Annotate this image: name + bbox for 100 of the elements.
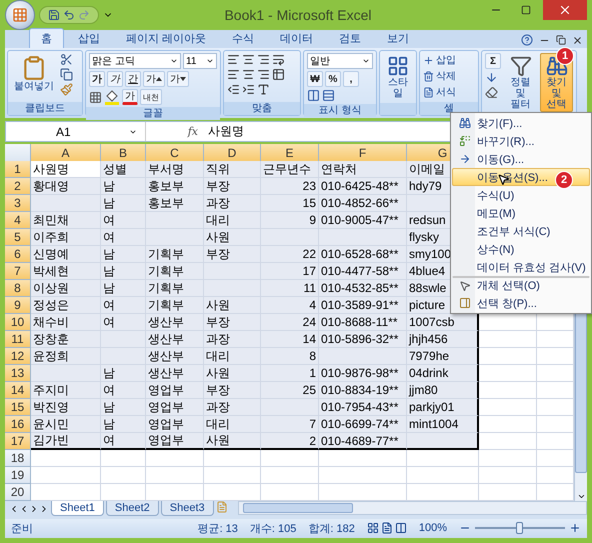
table-cell: 22	[261, 246, 319, 264]
table-cell: 생산부	[146, 314, 204, 332]
table-cell: 24	[261, 314, 319, 332]
table-cell: 과장	[204, 331, 261, 348]
table-cell: 신명예	[31, 246, 101, 264]
table-cell: jjm80	[407, 382, 479, 400]
table-cell: 남	[101, 365, 146, 382]
table-cell: 14	[261, 331, 319, 348]
table-cell: 17	[261, 263, 319, 280]
table-cell: 8	[261, 348, 319, 366]
group-label: 글꼴	[86, 107, 220, 120]
table-cell: 010-9005-47**	[319, 212, 407, 230]
table-cell: 7979he	[407, 348, 479, 366]
status-stat: 개수: 105	[250, 522, 296, 536]
table-cell: 010-4852-66**	[319, 195, 407, 212]
table-cell: 최민채	[31, 212, 101, 230]
group-label: 맞춤	[224, 102, 300, 115]
table-cell: 부서명	[146, 161, 204, 178]
table-cell: 남	[101, 416, 146, 434]
zoom-level: 100%	[418, 522, 447, 534]
table-cell: 2	[261, 433, 319, 450]
table-cell: 010-8688-11**	[319, 314, 407, 332]
table-cell: 부장	[204, 178, 261, 196]
table-cell: 사원	[204, 433, 261, 450]
table-cell: jhjh456	[407, 331, 479, 348]
table-cell: 홍보부	[146, 195, 204, 212]
table-cell: 윤시민	[31, 416, 101, 434]
table-cell: 과장	[204, 195, 261, 212]
table-cell: 1	[261, 365, 319, 382]
table-cell: 사원명	[31, 161, 101, 178]
table-cell: 여	[101, 314, 146, 332]
table-cell: 장창훈	[31, 331, 101, 348]
table-cell: mint1004	[407, 416, 479, 434]
table-cell: 7	[261, 416, 319, 434]
group-label: 표시 형식	[304, 104, 376, 117]
table-cell: 010-4532-85**	[319, 280, 407, 298]
table-cell: 성별	[101, 161, 146, 178]
group-label: 클립보드	[8, 102, 82, 115]
table-cell: 부장	[204, 246, 261, 264]
table-cell: 생산부	[146, 365, 204, 382]
table-cell: 남	[101, 246, 146, 264]
table-cell: 사원	[204, 229, 261, 246]
table-cell: 9	[261, 212, 319, 230]
table-cell: 4	[261, 297, 319, 314]
table-cell: 김가빈	[31, 433, 101, 450]
table-cell: 홍보부	[146, 178, 204, 196]
table-cell: 여	[101, 433, 146, 450]
table-cell: 11	[261, 280, 319, 298]
table-cell: 010-5896-32**	[319, 331, 407, 348]
table-cell: 채수비	[31, 314, 101, 332]
table-cell: 010-6425-48**	[319, 178, 407, 196]
table-cell: 이주희	[31, 229, 101, 246]
table-cell: 010-6699-74**	[319, 416, 407, 434]
table-cell: 여	[101, 382, 146, 400]
window-title: Book1 - Microsoft Excel	[223, 7, 373, 23]
table-cell: 남	[101, 195, 146, 212]
table-cell: 부장	[204, 382, 261, 400]
table-cell: 010-6528-68**	[319, 246, 407, 264]
table-cell: 남	[101, 178, 146, 196]
table-cell: 1007csb	[407, 314, 479, 332]
table-cell: 25	[261, 382, 319, 400]
table-cell: 남	[101, 280, 146, 298]
table-cell: 여	[101, 229, 146, 246]
table-cell: 주지미	[31, 382, 101, 400]
table-cell: 직위	[204, 161, 261, 178]
table-cell: 생산부	[146, 348, 204, 366]
table-cell: 사원	[204, 365, 261, 382]
table-cell: 010-7954-43**	[319, 399, 407, 416]
table-cell: 영업부	[146, 433, 204, 450]
table-cell: 04drink	[407, 365, 479, 382]
status-mode: 준비	[11, 522, 33, 536]
table-cell: 이상원	[31, 280, 101, 298]
table-cell: 기획부	[146, 246, 204, 264]
status-stat: 평균: 13	[198, 522, 238, 536]
table-cell: 박진영	[31, 399, 101, 416]
table-cell: 15	[261, 195, 319, 212]
table-cell: 생산부	[146, 331, 204, 348]
table-cell: 연락처	[319, 161, 407, 178]
table-cell: 영업부	[146, 399, 204, 416]
status-stat: 합계: 182	[308, 522, 355, 536]
table-cell: 기획부	[146, 263, 204, 280]
table-cell: 남	[101, 399, 146, 416]
table-cell: 여	[101, 297, 146, 314]
table-cell: 박세현	[31, 263, 101, 280]
table-cell: 010-4689-77**	[319, 433, 407, 450]
table-cell: 황대영	[31, 178, 101, 196]
table-cell: 과장	[204, 399, 261, 416]
table-cell: 윤정희	[31, 348, 101, 366]
table-cell: 대리	[204, 348, 261, 366]
table-cell: 영업부	[146, 382, 204, 400]
table-cell: 010-3589-91**	[319, 297, 407, 314]
table-cell: 사원	[204, 297, 261, 314]
table-cell: 기획부	[146, 280, 204, 298]
table-cell: 010-9876-98**	[319, 365, 407, 382]
table-cell: 23	[261, 178, 319, 196]
table-cell: 기획부	[146, 297, 204, 314]
table-cell: 부장	[204, 314, 261, 332]
table-cell: 정성은	[31, 297, 101, 314]
table-cell: 대리	[204, 212, 261, 230]
table-cell: 남	[101, 263, 146, 280]
